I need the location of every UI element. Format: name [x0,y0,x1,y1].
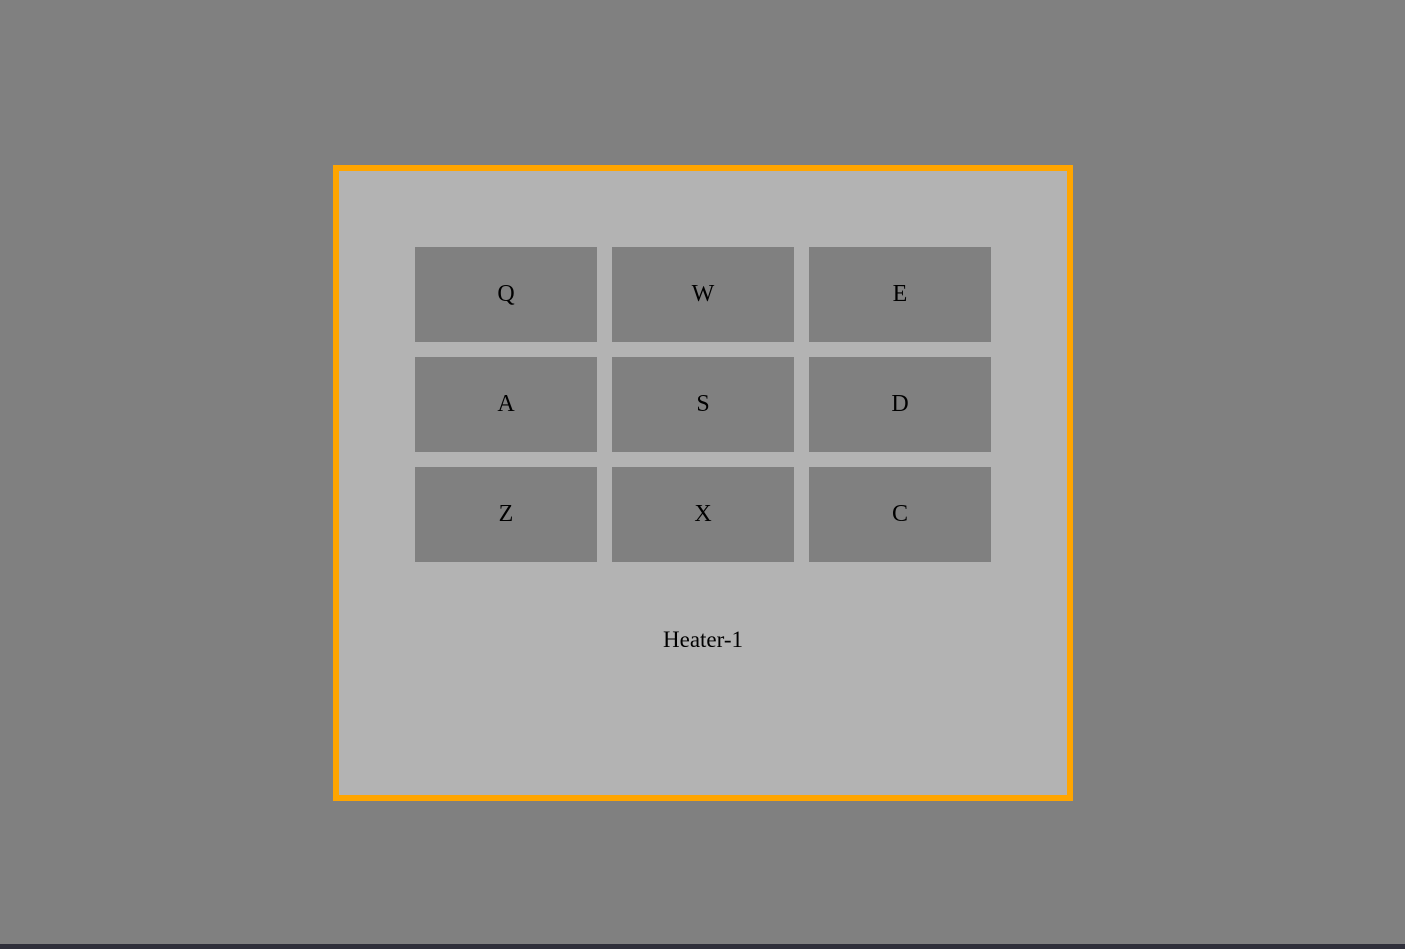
drum-machine: Q W E A S D Z X C Heater-1 [333,165,1073,801]
drum-pad-e[interactable]: E [809,247,991,342]
drum-pad-c[interactable]: C [809,467,991,562]
drum-pad-z[interactable]: Z [415,467,597,562]
drum-pad-s[interactable]: S [612,357,794,452]
sound-display: Heater-1 [663,627,743,652]
drum-pad-x[interactable]: X [612,467,794,562]
drum-pad-w[interactable]: W [612,247,794,342]
drum-pad-a[interactable]: A [415,357,597,452]
pad-grid: Q W E A S D Z X C [415,247,991,562]
bottom-strip [0,944,1405,949]
drum-pad-q[interactable]: Q [415,247,597,342]
page: Q W E A S D Z X C Heater-1 [0,0,1405,949]
drum-pad-d[interactable]: D [809,357,991,452]
